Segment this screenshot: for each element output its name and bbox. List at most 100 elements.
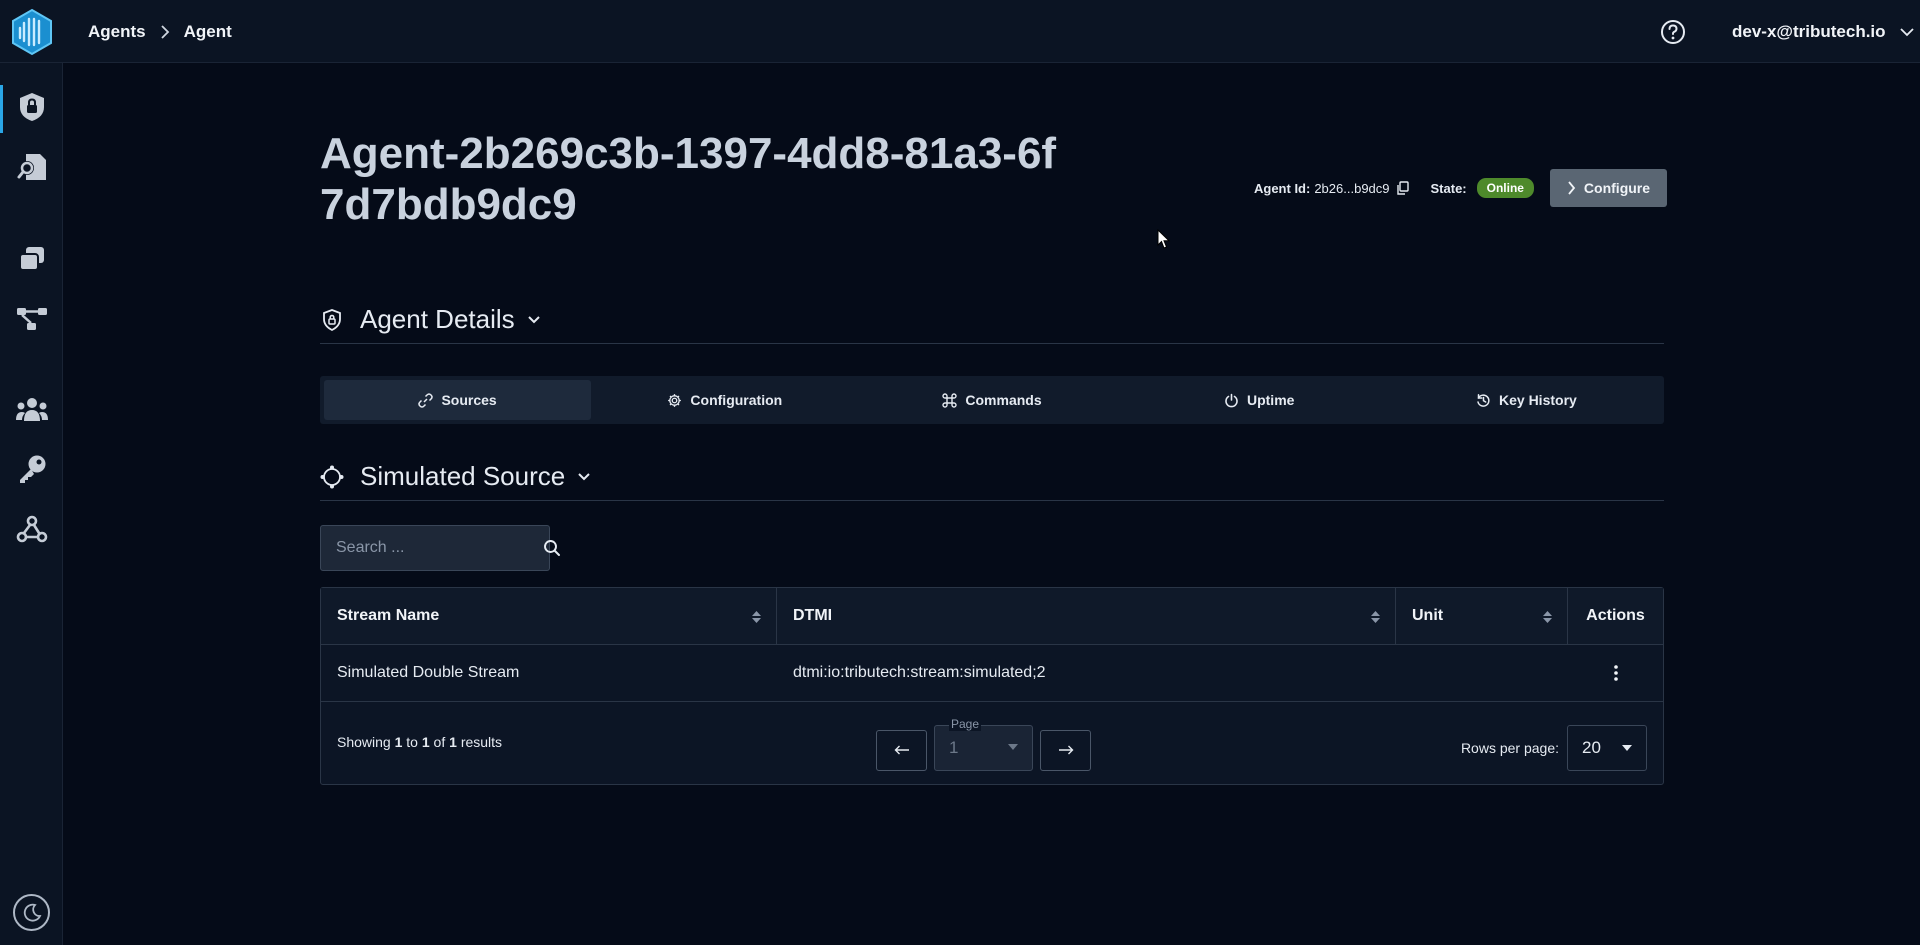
kebab-menu-icon [1613, 665, 1618, 681]
app-logo-icon[interactable] [10, 8, 54, 56]
next-page-button[interactable] [1040, 729, 1091, 771]
command-icon [942, 392, 958, 408]
column-header-actions: Actions [1568, 588, 1663, 644]
chevron-down-icon[interactable] [527, 315, 541, 325]
sidebar-item-webhooks[interactable] [0, 503, 63, 555]
sidebar-item-agents[interactable] [0, 81, 63, 133]
arrow-left-icon [894, 745, 910, 755]
copy-icon[interactable] [1396, 181, 1409, 195]
pagination: Page 1 [876, 717, 1091, 771]
tab-label: Key History [1499, 392, 1577, 408]
configure-button[interactable]: Configure [1549, 169, 1667, 207]
tab-label: Sources [441, 392, 497, 408]
agent-id-label: Agent Id: [1254, 180, 1311, 196]
column-header-label: DTMI [793, 607, 833, 624]
agent-tabs: Sources Configuration Commands Uptime Ke… [320, 376, 1664, 424]
sort-icon[interactable] [1542, 610, 1553, 624]
key-icon [17, 454, 47, 484]
sort-icon[interactable] [751, 610, 762, 624]
gear-icon [667, 393, 682, 408]
breadcrumb-current: Agent [183, 21, 232, 41]
column-header-label: Unit [1412, 607, 1444, 624]
shield-lock-outline-icon [320, 308, 344, 332]
agent-meta: Agent Id: 2b26...b9dc9 State: Online Con… [1254, 169, 1667, 207]
summary-text: results [460, 734, 503, 750]
sort-icon[interactable] [1370, 610, 1381, 624]
breadcrumb-agents-link[interactable]: Agents [88, 22, 146, 42]
simulated-source-header[interactable]: Simulated Source [320, 453, 1664, 501]
table-footer: Showing 1 to 1 of 1 results Page 1 Rows … [321, 702, 1663, 784]
status-badge: Online [1476, 178, 1534, 198]
summary-total: 1 [449, 734, 457, 750]
caret-down-icon [1008, 744, 1018, 750]
user-menu[interactable]: dev-x@tributech.io [1732, 0, 1914, 63]
sidebar-item-streams[interactable] [0, 233, 63, 285]
summary-from: 1 [394, 734, 403, 750]
configure-button-label: Configure [1583, 180, 1651, 196]
tab-label: Configuration [690, 392, 783, 408]
tab-label: Uptime [1246, 392, 1295, 408]
tab-commands[interactable]: Commands [858, 380, 1125, 420]
search-icon[interactable] [543, 539, 561, 557]
column-header-label: Actions [1586, 607, 1645, 624]
chevron-right-icon [1567, 181, 1576, 195]
stacked-cards-icon [18, 245, 46, 273]
users-icon [15, 396, 49, 422]
page-select-legend: Page [949, 717, 982, 731]
link-icon [418, 392, 434, 408]
column-header-label: Stream Name [337, 607, 440, 624]
rows-per-page-value: 20 [1582, 738, 1601, 757]
summary-to: 1 [421, 734, 430, 750]
page-title: Agent-2b269c3b-1397-4dd8-81a3-6f7d7bdb9d… [320, 129, 1057, 229]
rows-per-page-label: Rows per page: [1460, 740, 1559, 756]
power-icon [1224, 393, 1239, 408]
sidebar-item-users[interactable] [0, 383, 63, 435]
table-row[interactable]: Simulated Double Stream dtmi:io:tributec… [321, 645, 1663, 702]
sidebar-item-keys[interactable] [0, 443, 63, 495]
mouse-cursor-icon [1157, 229, 1171, 250]
chevron-down-icon[interactable] [577, 472, 591, 482]
cell-dtmi: dtmi:io:tributech:stream:simulated;2 [793, 664, 1046, 681]
tab-key-history[interactable]: Key History [1393, 380, 1660, 420]
sidebar [0, 63, 63, 945]
document-search-icon [16, 152, 48, 182]
rows-per-page-select[interactable]: 20 [1567, 725, 1647, 771]
sidebar-item-topology[interactable] [0, 293, 63, 345]
column-header-unit[interactable]: Unit [1396, 588, 1568, 644]
agent-details-header[interactable]: Agent Details [320, 296, 1664, 344]
moon-icon [22, 903, 42, 923]
caret-down-icon [1622, 745, 1632, 751]
state-label: State: [1430, 180, 1467, 196]
shield-lock-icon [18, 92, 46, 122]
summary-text: to [406, 734, 418, 750]
history-icon [1476, 393, 1491, 408]
tab-uptime[interactable]: Uptime [1126, 380, 1393, 420]
search-input[interactable] [336, 539, 543, 557]
sidebar-item-documents[interactable] [0, 141, 63, 193]
row-actions-button[interactable] [1568, 645, 1663, 701]
page-select[interactable]: Page 1 [934, 717, 1033, 771]
network-nodes-icon [16, 306, 48, 332]
webhook-icon [16, 514, 48, 544]
search-box [320, 525, 560, 571]
top-bar: Agents Agent dev-x@tributech.io [0, 0, 1920, 63]
tab-label: Commands [965, 392, 1042, 408]
summary-text: of [433, 734, 446, 750]
column-header-dtmi[interactable]: DTMI [777, 588, 1396, 644]
column-header-stream-name[interactable]: Stream Name [321, 588, 777, 644]
breadcrumb: Agents Agent [88, 0, 232, 63]
page-select-value: 1 [949, 738, 959, 757]
streams-table: Stream Name DTMI Unit Actions Simulated … [320, 587, 1664, 785]
help-icon[interactable] [1660, 19, 1686, 45]
table-header: Stream Name DTMI Unit Actions [321, 588, 1663, 645]
prev-page-button[interactable] [876, 729, 927, 771]
agent-id-value: 2b26...b9dc9 [1314, 180, 1390, 196]
summary-text: Showing [337, 734, 391, 750]
theme-toggle-button[interactable] [13, 894, 50, 931]
cell-unit [1396, 645, 1568, 701]
tab-configuration[interactable]: Configuration [591, 380, 858, 420]
results-summary: Showing 1 to 1 of 1 results [337, 734, 502, 750]
tab-sources[interactable]: Sources [324, 380, 592, 420]
cell-stream-name: Simulated Double Stream [337, 664, 520, 681]
arrow-right-icon [1058, 745, 1074, 755]
